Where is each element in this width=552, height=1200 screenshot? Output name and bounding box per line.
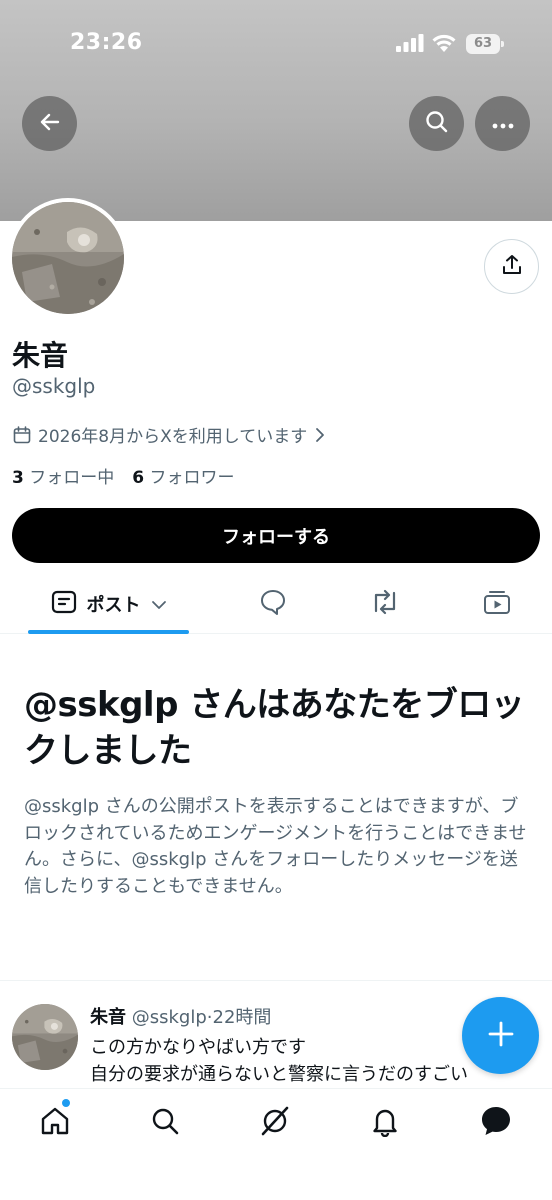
notification-dot [62, 1099, 70, 1107]
tweet-author-name: 朱音 [90, 1007, 126, 1028]
nav-messages[interactable] [476, 1103, 516, 1143]
calendar-icon [12, 425, 32, 445]
share-button[interactable] [484, 239, 539, 294]
profile-avatar[interactable] [8, 198, 128, 318]
battery-icon: 63 [466, 34, 504, 54]
tweet-text-line: 自分の要求が通らないと警察に言うだのすごい [90, 1064, 468, 1085]
grok-icon [258, 1104, 292, 1142]
active-tab-indicator [28, 630, 189, 634]
divider [0, 980, 552, 981]
nav-notifications[interactable] [365, 1103, 405, 1143]
chevron-right-icon [315, 427, 325, 443]
following-link[interactable]: 3 フォロー中 [12, 468, 114, 488]
cellular-signal-icon [396, 34, 424, 56]
battery-level: 63 [473, 36, 493, 51]
joined-date[interactable]: 2026年8月からXを利用しています [12, 422, 325, 447]
nav-home[interactable] [35, 1103, 75, 1143]
tab-reposts[interactable] [356, 576, 414, 632]
status-bar: 23:26 63 [0, 0, 552, 90]
search-icon [424, 109, 450, 139]
reply-icon [258, 587, 288, 621]
bell-icon [369, 1105, 401, 1141]
tweet-header: 朱音 @sskglp·22時間 [90, 1003, 271, 1029]
tweet-meta: @sskglp·22時間 [131, 1007, 272, 1028]
nav-search[interactable] [145, 1103, 185, 1143]
chevron-down-icon [151, 595, 167, 614]
home-icon [39, 1105, 71, 1141]
followers-link[interactable]: 6 フォロワー [132, 468, 234, 488]
tab-posts-label: ポスト [86, 595, 141, 616]
back-arrow-icon [38, 110, 62, 138]
search-button[interactable] [409, 96, 464, 151]
follow-stats: 3 フォロー中 6 フォロワー [12, 463, 235, 488]
status-time: 23:26 [70, 30, 143, 55]
video-icon [482, 587, 512, 621]
tab-posts[interactable]: ポスト [28, 576, 189, 632]
following-count: 3 [12, 468, 24, 488]
profile-name: 朱音 [12, 339, 69, 372]
followers-count: 6 [132, 468, 145, 488]
follow-button[interactable]: フォローする [12, 508, 540, 563]
repost-icon [369, 587, 401, 621]
following-label: フォロー中 [29, 468, 115, 488]
plus-icon [486, 1019, 516, 1053]
followers-label: フォロワー [149, 468, 235, 488]
nav-grok[interactable] [255, 1103, 295, 1143]
blocked-title: @sskglp さんはあなたをブロックしました [24, 685, 525, 771]
search-icon [149, 1105, 181, 1141]
blocked-description: @sskglp さんの公開ポストを表示することはできますが、ブロックされているた… [24, 796, 527, 897]
bottom-navigation [0, 1088, 552, 1200]
profile-tabs: ポスト [0, 576, 552, 634]
tab-replies[interactable] [244, 576, 302, 632]
more-icon [491, 114, 515, 133]
share-icon [500, 253, 524, 281]
posts-icon [51, 589, 77, 619]
compose-button[interactable] [462, 997, 539, 1074]
avatar-image [12, 202, 124, 314]
back-button[interactable] [22, 96, 77, 151]
tweet-avatar[interactable] [12, 1004, 78, 1070]
wifi-icon [431, 33, 457, 57]
more-options-button[interactable] [475, 96, 530, 151]
tab-videos[interactable] [468, 576, 526, 632]
message-icon [479, 1104, 513, 1142]
profile-handle: @sskglp [12, 374, 96, 398]
joined-text: 2026年8月からXを利用しています [38, 427, 308, 447]
